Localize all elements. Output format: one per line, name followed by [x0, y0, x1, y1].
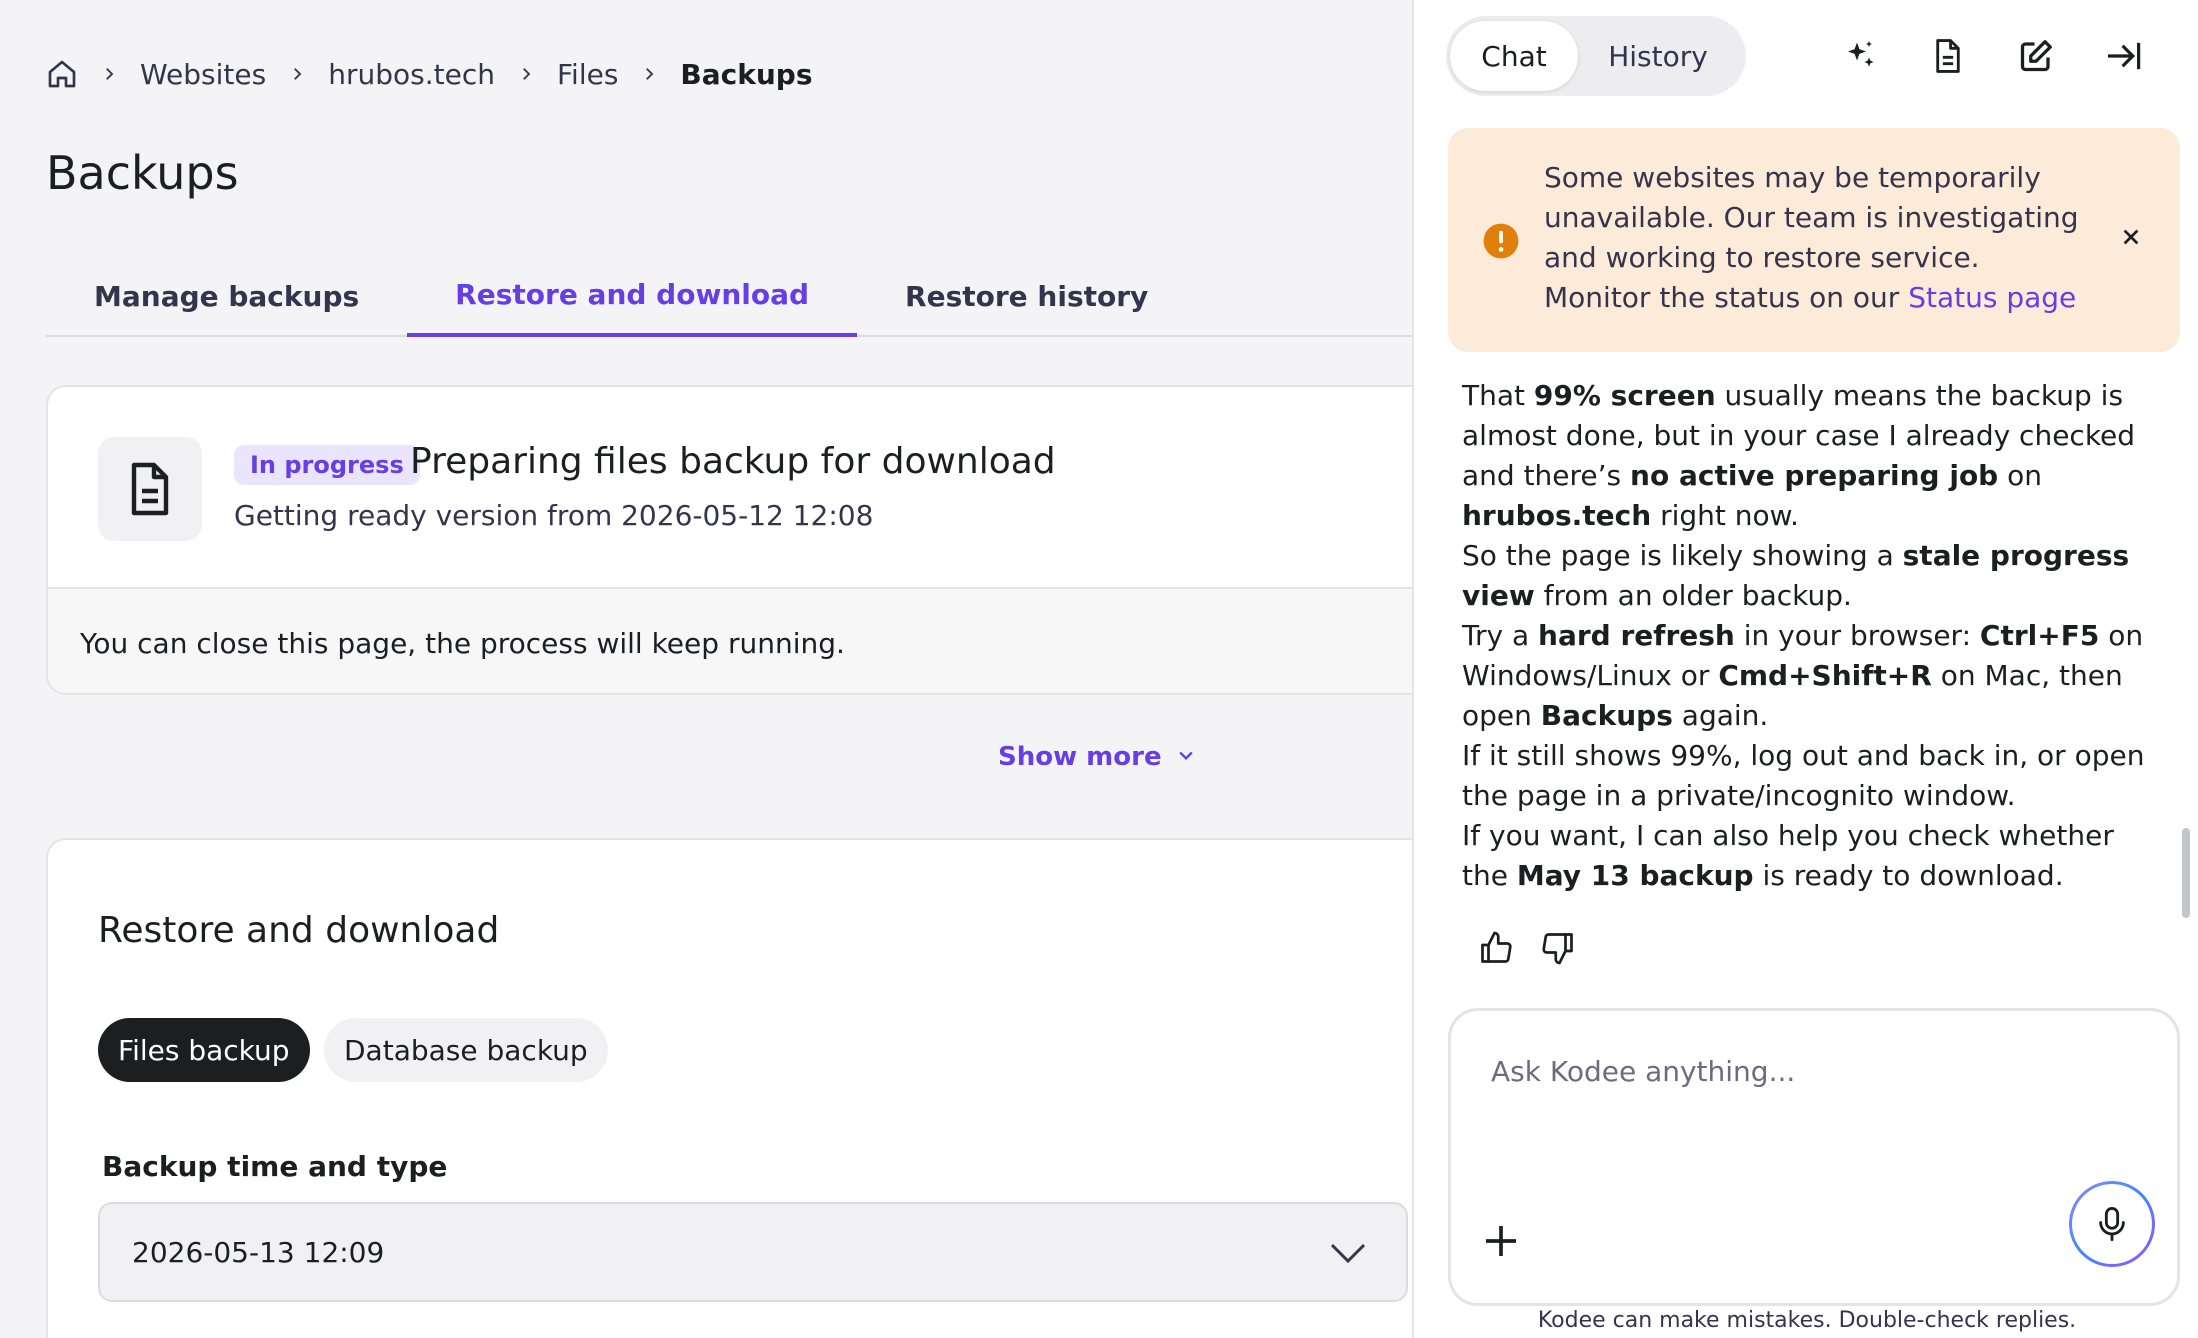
backup-time-select[interactable]: 2026-05-13 12:09 — [98, 1202, 1408, 1302]
message-text: right now. — [1651, 499, 1799, 532]
message-text: Try a — [1462, 619, 1539, 652]
chat-panel: Chat History Some websites may be tempor… — [1412, 0, 2198, 1338]
collapse-panel-icon[interactable] — [2104, 36, 2144, 76]
chat-composer — [1448, 1008, 2180, 1306]
database-backup-pill[interactable]: Database backup — [324, 1018, 608, 1082]
add-attachment-icon[interactable] — [1481, 1221, 1521, 1265]
tab-manage-backups[interactable]: Manage backups — [46, 255, 407, 337]
message-paragraph: If it still shows 99%, log out and back … — [1462, 739, 2145, 812]
chat-disclaimer: Kodee can make mistakes. Double-check re… — [1537, 1308, 2077, 1333]
message-text: That — [1462, 379, 1534, 412]
message-paragraph: If you want, I can also help you check w… — [1462, 816, 2162, 896]
message-emphasis: hrubos.tech — [1462, 499, 1652, 532]
message-emphasis: Cmd+Shift+R — [1718, 659, 1932, 692]
breadcrumb: Websites hrubos.tech Files Backups — [46, 56, 813, 92]
files-backup-pill[interactable]: Files backup — [98, 1018, 310, 1082]
chat-mode-switch: Chat History — [1446, 16, 1746, 96]
service-alert: Some websites may be temporarily unavail… — [1448, 128, 2180, 352]
progress-footer-note: You can close this page, the process wil… — [48, 587, 1412, 693]
chat-scrollbar[interactable] — [2182, 828, 2190, 918]
backup-time-value: 2026-05-13 12:09 — [132, 1235, 385, 1269]
restore-card: Restore and download Files backup Databa… — [46, 838, 1412, 1338]
document-icon[interactable] — [1928, 36, 1968, 76]
message-text: in your browser: — [1734, 619, 1980, 652]
status-badge: In progress — [234, 445, 420, 485]
progress-subtitle: Getting ready version from 2026-05-12 12… — [234, 499, 874, 532]
tab-restore-history[interactable]: Restore history — [857, 255, 1196, 337]
progress-title: Preparing files backup for download — [410, 441, 1056, 482]
status-page-link[interactable]: Status page — [1908, 281, 2076, 314]
message-text: is ready to download. — [1753, 859, 2064, 892]
message-emphasis: no active preparing job — [1630, 459, 1999, 492]
message-text: on — [1998, 459, 2042, 492]
breadcrumb-websites[interactable]: Websites — [140, 58, 266, 91]
breadcrumb-files[interactable]: Files — [557, 58, 618, 91]
chevron-down-icon — [1176, 742, 1196, 772]
message-paragraph: That 99% screen usually means the backup… — [1462, 376, 2162, 536]
warning-icon — [1482, 222, 1520, 264]
message-paragraph: Try a hard refresh in your browser: Ctrl… — [1462, 616, 2162, 736]
message-emphasis: May 13 backup — [1516, 859, 1754, 892]
edit-icon[interactable] — [2016, 36, 2056, 76]
chat-input[interactable] — [1491, 1055, 2131, 1088]
close-icon[interactable] — [2120, 226, 2142, 252]
restore-card-title: Restore and download — [98, 910, 500, 951]
show-more-button[interactable]: Show more — [998, 742, 1196, 772]
tab-history[interactable]: History — [1578, 21, 1738, 91]
message-emphasis: 99% screen — [1533, 379, 1716, 412]
tab-restore-and-download[interactable]: Restore and download — [407, 255, 858, 337]
tab-chat[interactable]: Chat — [1450, 21, 1578, 91]
thumbs-up-icon[interactable] — [1478, 930, 1514, 970]
file-icon — [98, 437, 202, 541]
chevron-down-icon — [1328, 1240, 1368, 1273]
assistant-message: That 99% screen usually means the backup… — [1462, 376, 2162, 896]
backup-time-label: Backup time and type — [102, 1150, 448, 1183]
message-text: from an older backup. — [1534, 579, 1852, 612]
message-emphasis: Backups — [1540, 699, 1673, 732]
message-emphasis: Ctrl+F5 — [1979, 619, 2100, 652]
chevron-right-icon — [517, 65, 535, 83]
alert-message: Some websites may be temporarily unavail… — [1544, 161, 2079, 274]
message-paragraph: So the page is likely showing a stale pr… — [1462, 536, 2162, 616]
tab-bar: Manage backups Restore and download Rest… — [46, 255, 1412, 337]
microphone-button[interactable] — [2069, 1181, 2155, 1267]
chevron-right-icon — [100, 65, 118, 83]
show-more-label: Show more — [998, 742, 1162, 772]
message-emphasis: hard refresh — [1538, 619, 1735, 652]
microphone-icon — [2072, 1184, 2152, 1264]
breadcrumb-domain[interactable]: hrubos.tech — [328, 58, 495, 91]
alert-link-prefix: Monitor the status on our — [1544, 281, 1900, 314]
page-title: Backups — [46, 146, 239, 200]
progress-card: In progress Preparing files backup for d… — [46, 385, 1412, 695]
home-icon[interactable] — [46, 58, 78, 90]
sparkles-icon[interactable] — [1840, 36, 1880, 76]
chevron-right-icon — [288, 65, 306, 83]
main-content: Websites hrubos.tech Files Backups Backu… — [0, 0, 1412, 1338]
chevron-right-icon — [640, 65, 658, 83]
alert-text-block: Some websites may be temporarily unavail… — [1544, 158, 2104, 318]
message-text: So the page is likely showing a — [1462, 539, 1903, 572]
thumbs-down-icon[interactable] — [1540, 930, 1576, 970]
message-text: again. — [1672, 699, 1769, 732]
breadcrumb-current: Backups — [680, 57, 813, 91]
